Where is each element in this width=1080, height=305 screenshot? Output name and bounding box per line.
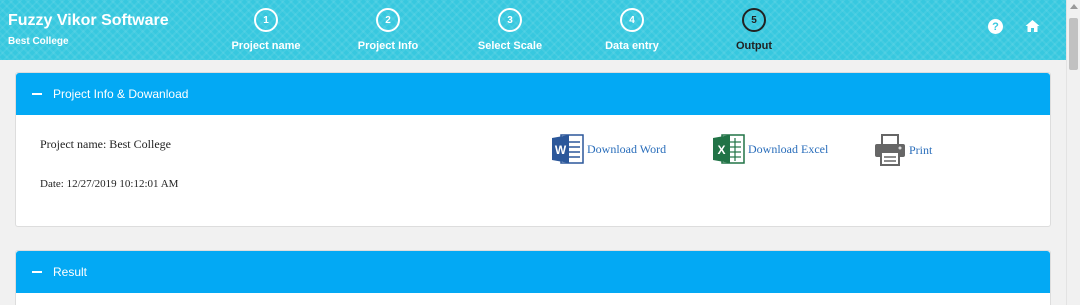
print-link[interactable]: Print: [873, 133, 932, 167]
excel-file-icon: X: [713, 134, 745, 164]
step-select-scale[interactable]: 3 Select Scale: [455, 8, 565, 52]
app-header: Fuzzy Vikor Software Best College 1 Proj…: [0, 0, 1066, 60]
step-number: 3: [498, 8, 522, 32]
word-file-icon: W: [552, 134, 584, 164]
step-project-info[interactable]: 2 Project Info: [333, 8, 443, 52]
step-label: Project Info: [357, 40, 419, 52]
result-panel: Result: [15, 250, 1051, 305]
project-date-text: Date: 12/27/2019 10:12:01 AM: [40, 178, 179, 190]
step-number: 1: [254, 8, 278, 32]
project-name-text: Project name: Best College: [40, 137, 171, 151]
help-icon[interactable]: ?: [988, 19, 1003, 34]
scrollbar-thumb[interactable]: [1069, 18, 1078, 70]
project-subtitle: Best College: [8, 36, 69, 47]
page-scrollbar[interactable]: [1066, 0, 1080, 305]
step-label: Output: [735, 40, 773, 52]
svg-text:X: X: [717, 143, 725, 157]
download-excel-label: Download Excel: [748, 141, 829, 156]
step-label: Data entry: [605, 40, 659, 52]
step-project-name[interactable]: 1 Project name: [211, 8, 321, 52]
download-word-link[interactable]: W Download Word: [551, 133, 666, 165]
home-icon[interactable]: [1024, 18, 1040, 34]
panel-title: Project Info & Dowanload: [53, 87, 189, 101]
scroll-up-arrow-icon[interactable]: [1070, 4, 1078, 9]
panel-title: Result: [53, 265, 88, 279]
print-label: Print: [909, 142, 933, 157]
svg-text:W: W: [555, 143, 567, 157]
download-excel-link[interactable]: X Download Excel: [712, 133, 828, 165]
result-panel-header[interactable]: Result: [16, 251, 1050, 293]
step-data-entry[interactable]: 4 Data entry: [577, 8, 687, 52]
collapse-minus-icon[interactable]: [32, 271, 42, 273]
project-info-panel: Project Info & Dowanload Project name: B…: [15, 72, 1051, 227]
app-title: Fuzzy Vikor Software: [8, 12, 169, 29]
step-number: 2: [376, 8, 400, 32]
step-output[interactable]: 5 Output: [699, 8, 809, 52]
download-word-label: Download Word: [587, 141, 667, 156]
project-info-panel-header[interactable]: Project Info & Dowanload: [16, 73, 1050, 115]
printer-icon: [875, 134, 905, 166]
step-number: 5: [742, 8, 766, 32]
step-label: Select Scale: [477, 40, 543, 52]
step-label: Project name: [231, 40, 301, 52]
step-number: 4: [620, 8, 644, 32]
collapse-minus-icon[interactable]: [32, 93, 42, 95]
